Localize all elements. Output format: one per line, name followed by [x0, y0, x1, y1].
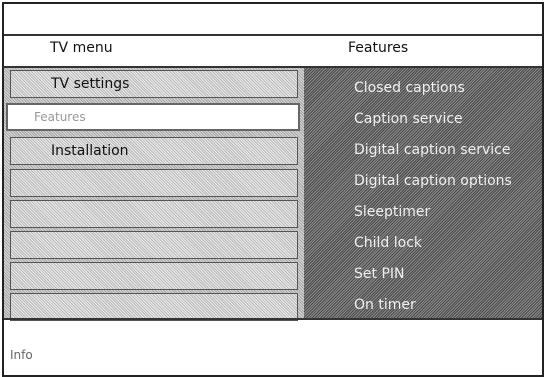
menu-item-installation[interactable]: Installation — [10, 137, 298, 165]
submenu-item-on-timer[interactable]: On timer — [354, 297, 416, 313]
menu-item-empty[interactable] — [10, 262, 298, 290]
submenu-item-closed-captions[interactable]: Closed captions — [354, 80, 465, 96]
menu-item-tv-settings[interactable]: TV settings — [10, 70, 298, 98]
submenu-item-digital-caption-service[interactable]: Digital caption service — [354, 142, 510, 158]
submenu-item-set-pin[interactable]: Set PIN — [354, 266, 404, 282]
menu-title: TV menu — [50, 40, 113, 56]
menu-item-label: Installation — [51, 143, 129, 159]
menu-item-empty[interactable] — [10, 231, 298, 259]
menu-item-empty[interactable] — [10, 293, 298, 321]
panel-title: Features — [348, 40, 409, 56]
menu-item-empty[interactable] — [10, 169, 298, 197]
submenu-item-child-lock[interactable]: Child lock — [354, 235, 422, 251]
info-label: Info — [10, 348, 33, 362]
submenu-item-sleeptimer[interactable]: Sleeptimer — [354, 204, 430, 220]
submenu-item-caption-service[interactable]: Caption service — [354, 111, 463, 127]
menu-item-label: Features — [34, 110, 86, 124]
menu-item-features[interactable]: Features — [6, 103, 300, 131]
tv-menu-window: TV menu Features TV settings Features In… — [2, 2, 544, 377]
submenu-item-digital-caption-options[interactable]: Digital caption options — [354, 173, 512, 189]
top-bar — [4, 4, 542, 36]
menu-item-empty[interactable] — [10, 200, 298, 228]
menu-item-label: TV settings — [51, 76, 130, 92]
bottom-divider — [4, 318, 542, 320]
features-submenu: Closed captions Caption service Digital … — [304, 68, 542, 318]
left-menu: TV settings Features Installation — [4, 68, 304, 321]
